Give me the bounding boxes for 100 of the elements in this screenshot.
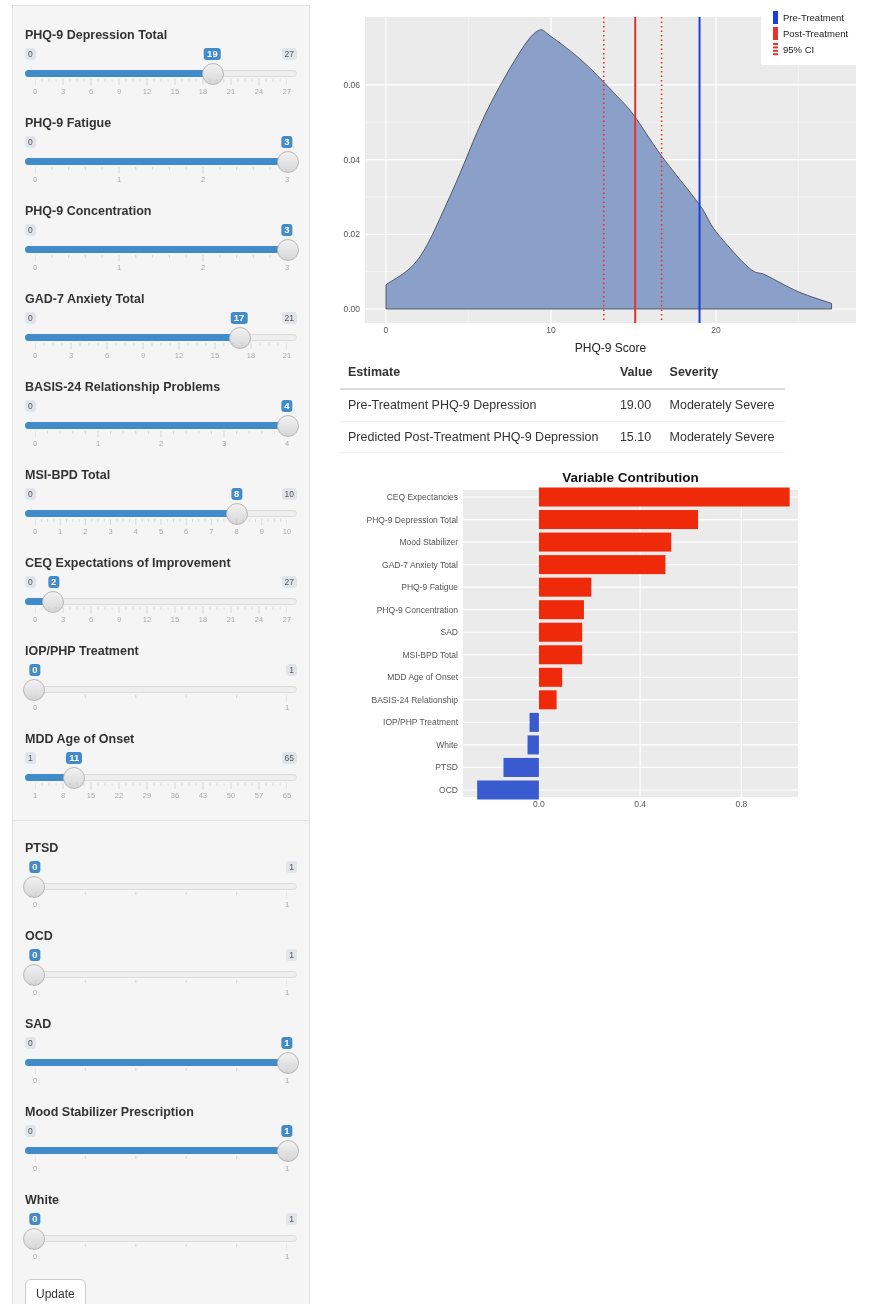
category-label: Mood Stabilizer <box>399 537 458 548</box>
slider-min-label: 0 <box>25 224 36 236</box>
slider-label: SAD <box>25 1016 52 1032</box>
x-tick-label: 20 <box>711 325 721 335</box>
slider-label: GAD-7 Anxiety Total <box>25 291 145 307</box>
x-tick-label: 0 <box>383 325 389 335</box>
column-header: Value <box>611 357 662 389</box>
slider-value-label: 0 <box>29 664 41 676</box>
x-tick-label: 10 <box>546 325 556 335</box>
slider-track[interactable] <box>25 678 297 702</box>
slider-label: CEQ Expectations of Improvement <box>25 555 231 571</box>
category-label: CEQ Expectancies <box>386 492 458 503</box>
slider-handle[interactable] <box>277 415 299 437</box>
slider-label: MSI-BPD Total <box>25 467 111 483</box>
slider-value-label: 4 <box>281 400 293 412</box>
legend-label: 95% CI <box>783 43 815 55</box>
slider-track[interactable] <box>25 1227 297 1251</box>
slider-track[interactable] <box>25 150 297 174</box>
category-label: OCD <box>439 785 458 796</box>
slider-handle[interactable] <box>62 767 85 789</box>
slider-max-label: 65 <box>281 752 297 764</box>
slider-label: PTSD <box>25 840 59 856</box>
slider-handle[interactable] <box>228 327 251 349</box>
slider-min-label: 0 <box>25 1037 36 1049</box>
slider-max-label: 10 <box>281 488 297 500</box>
slider-max-label: 21 <box>281 312 297 324</box>
category-label: White <box>436 740 458 751</box>
slider-handle[interactable] <box>23 1228 45 1250</box>
slider-label: BASIS-24 Relationship Problems <box>25 379 221 395</box>
slider-track[interactable] <box>25 414 297 438</box>
slider-min-label: 0 <box>25 136 36 148</box>
slider-max-label: 27 <box>281 48 297 60</box>
slider-handle[interactable] <box>201 63 224 85</box>
slider-handle[interactable] <box>23 964 45 986</box>
slider-track[interactable] <box>25 326 297 350</box>
slider-handle[interactable] <box>41 591 64 613</box>
table-cell: 19.00 <box>611 388 662 421</box>
slider-handle[interactable] <box>277 151 299 173</box>
slider-label: IOP/PHP Treatment <box>25 643 139 659</box>
slider-label: MDD Age of Onset <box>25 731 135 747</box>
legend-label: Post-Treatment <box>783 27 849 39</box>
category-label: PHQ-9 Depression Total <box>366 514 458 525</box>
slider-label: Mood Stabilizer Prescription <box>25 1104 194 1120</box>
x-tick-label: 0.8 <box>735 799 748 810</box>
y-tick-label: 0.00 <box>343 304 360 314</box>
category-label: PTSD <box>435 762 458 773</box>
slider-handle[interactable] <box>23 679 45 701</box>
slider-min-label: 0 <box>25 312 36 324</box>
table-cell: Moderately Severe <box>661 421 785 453</box>
category-label: MDD Age of Onset <box>387 672 458 683</box>
slider-min-label: 0 <box>25 576 36 588</box>
y-tick-label: 0.04 <box>343 154 360 165</box>
slider-handle[interactable] <box>277 1140 299 1162</box>
slider-value-label: 3 <box>281 224 293 236</box>
slider-value-label: 2 <box>48 576 60 588</box>
slider-value-label: 0 <box>29 949 41 961</box>
category-label: GAD-7 Anxiety Total <box>382 559 458 570</box>
slider-track[interactable] <box>25 590 297 614</box>
slider-handle[interactable] <box>277 1052 299 1074</box>
slider-handle[interactable] <box>226 503 249 525</box>
category-label: MSI-BPD Total <box>402 650 458 660</box>
slider-label: White <box>25 1192 60 1208</box>
slider-track[interactable] <box>25 502 297 526</box>
category-label: PHQ-9 Fatigue <box>401 582 458 593</box>
slider-label: PHQ-9 Depression Total <box>25 27 168 43</box>
slider-handle[interactable] <box>23 876 45 898</box>
slider-value-label: 19 <box>204 48 221 60</box>
legend-label: Pre-Treatment <box>783 11 844 23</box>
x-tick-label: 0.4 <box>634 799 647 810</box>
slider-track[interactable] <box>25 1139 297 1163</box>
category-label: BASIS-24 Relationship <box>371 695 458 706</box>
slider-track[interactable] <box>25 766 297 790</box>
y-tick-label: 0.06 <box>343 79 360 90</box>
chart-title: Variable Contribution <box>562 470 699 486</box>
table-cell: 15.10 <box>611 421 662 453</box>
slider-handle[interactable] <box>277 239 299 261</box>
slider-min-label: 0 <box>25 488 36 500</box>
slider-track[interactable] <box>25 62 297 86</box>
x-axis-title: PHQ-9 Score <box>574 341 647 355</box>
table-cell: Moderately Severe <box>661 388 785 421</box>
update-button[interactable]: Update <box>25 1279 86 1304</box>
slider-value-label: 8 <box>230 488 243 500</box>
slider-max-label: 1 <box>286 861 297 873</box>
category-label: IOP/PHP Treatment <box>383 717 458 728</box>
y-tick-label: 0.02 <box>343 229 360 240</box>
slider-min-label: 0 <box>25 48 36 60</box>
slider-track[interactable] <box>25 875 297 899</box>
slider-value-label: 0 <box>29 1213 41 1225</box>
slider-track[interactable] <box>25 238 297 262</box>
slider-max-label: 27 <box>281 576 297 588</box>
slider-label: OCD <box>25 928 53 944</box>
slider-min-label: 0 <box>25 400 36 412</box>
slider-track[interactable] <box>25 1051 297 1075</box>
slider-max-label: 1 <box>286 1213 297 1225</box>
slider-value-label: 11 <box>66 752 83 764</box>
column-header: Severity <box>661 357 785 389</box>
table-cell: Predicted Post-Treatment PHQ-9 Depression <box>340 421 612 453</box>
slider-track[interactable] <box>25 963 297 987</box>
slider-value-label: 1 <box>281 1125 293 1137</box>
slider-max-label: 1 <box>286 949 297 961</box>
